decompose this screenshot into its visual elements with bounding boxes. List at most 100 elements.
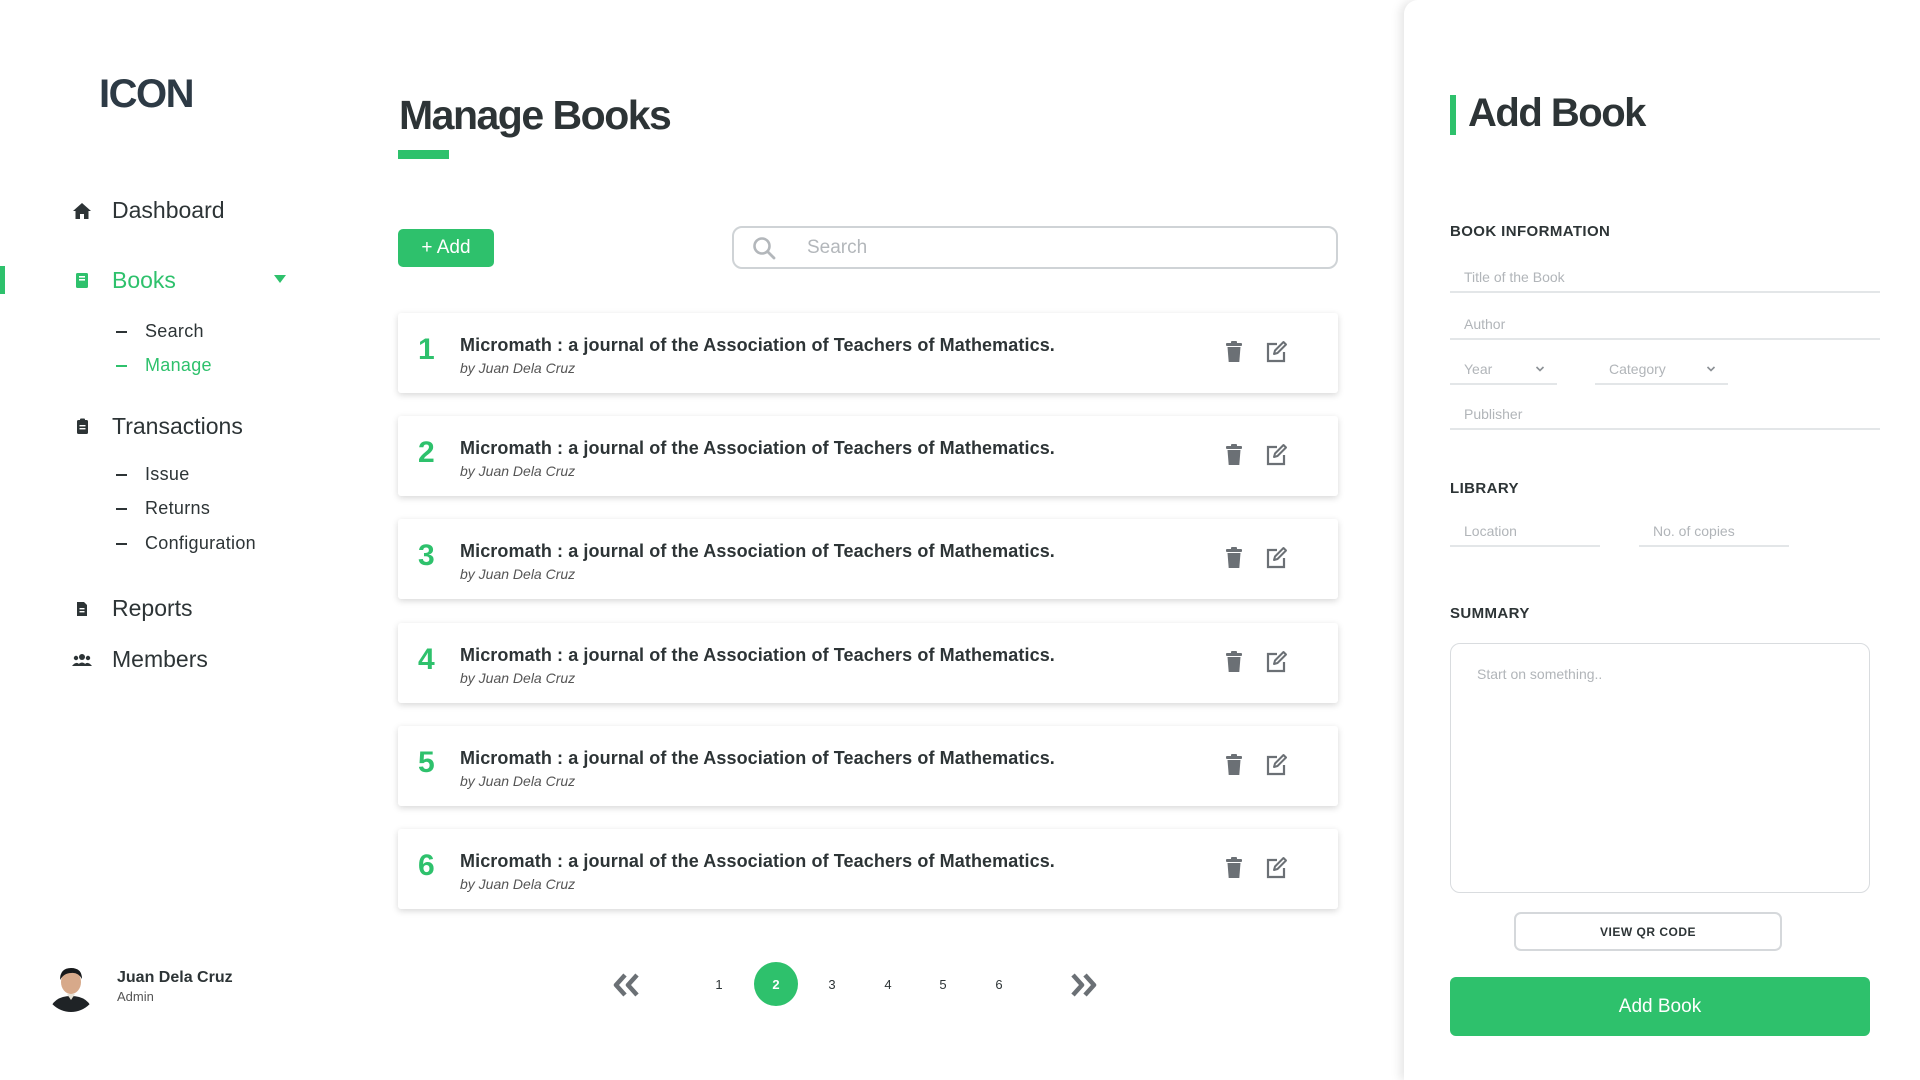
sidebar-item-reports[interactable]: Reports bbox=[70, 595, 193, 622]
users-icon bbox=[70, 648, 94, 672]
user-role: Admin bbox=[117, 988, 154, 1004]
sidebar-subitem-search[interactable]: Search bbox=[116, 321, 204, 342]
trash-icon[interactable] bbox=[1224, 753, 1244, 777]
category-select-label: Category bbox=[1609, 361, 1666, 377]
book-card[interactable]: 6 Micromath : a journal of the Associatio… bbox=[398, 829, 1338, 909]
page-link[interactable]: 1 bbox=[697, 962, 741, 1006]
dash-marker bbox=[116, 330, 127, 333]
edit-icon[interactable] bbox=[1264, 753, 1288, 777]
add-button[interactable]: + Add bbox=[398, 229, 494, 267]
sidebar-item-label: Members bbox=[112, 646, 208, 672]
book-card[interactable]: 1 Micromath : a journal of the Associatio… bbox=[398, 313, 1338, 393]
book-title: Micromath : a journal of the Association… bbox=[460, 335, 1055, 355]
search-bar[interactable] bbox=[732, 226, 1338, 269]
book-number: 3 bbox=[418, 539, 435, 572]
category-select[interactable]: Category bbox=[1595, 355, 1728, 385]
trash-icon[interactable] bbox=[1224, 856, 1244, 880]
sidebar-subitem-label: Manage bbox=[145, 355, 212, 375]
user-profile[interactable]: Juan Dela Cruz Admin bbox=[45, 960, 233, 1012]
book-author: by Juan Dela Cruz bbox=[460, 463, 576, 479]
search-input[interactable] bbox=[807, 236, 1287, 259]
sidebar-subitem-label: Returns bbox=[145, 498, 211, 518]
double-chevron-left-icon[interactable] bbox=[611, 970, 643, 1000]
sidebar-subitem-issue[interactable]: Issue bbox=[116, 464, 190, 485]
edit-icon[interactable] bbox=[1264, 856, 1288, 880]
sidebar-subitem-configuration[interactable]: Configuration bbox=[116, 533, 256, 554]
sidebar-subitem-returns[interactable]: Returns bbox=[116, 498, 210, 519]
edit-icon[interactable] bbox=[1264, 443, 1288, 467]
book-number: 4 bbox=[418, 643, 435, 676]
dash-marker bbox=[116, 364, 127, 367]
clipboard-icon bbox=[70, 415, 94, 439]
dash-marker bbox=[116, 473, 127, 476]
book-number: 5 bbox=[418, 746, 435, 779]
trash-icon[interactable] bbox=[1224, 340, 1244, 364]
book-author: by Juan Dela Cruz bbox=[460, 360, 576, 376]
book-card[interactable]: 3 Micromath : a journal of the Associatio… bbox=[398, 519, 1338, 599]
chevron-down-icon[interactable] bbox=[274, 275, 286, 283]
double-chevron-right-icon[interactable] bbox=[1067, 970, 1099, 1000]
search-icon bbox=[751, 235, 777, 261]
avatar bbox=[45, 960, 97, 1012]
title-field[interactable]: Title of the Book bbox=[1450, 263, 1880, 293]
page-link[interactable]: 5 bbox=[921, 962, 965, 1006]
book-title: Micromath : a journal of the Association… bbox=[460, 438, 1055, 458]
book-number: 6 bbox=[418, 849, 435, 882]
sidebar-subitem-label: Search bbox=[145, 321, 204, 341]
book-title: Micromath : a journal of the Association… bbox=[460, 748, 1055, 768]
book-card[interactable]: 5 Micromath : a journal of the Associatio… bbox=[398, 726, 1338, 806]
sidebar-item-dashboard[interactable]: Dashboard bbox=[70, 197, 225, 224]
book-card[interactable]: 4 Micromath : a journal of the Associatio… bbox=[398, 623, 1338, 703]
chevron-down-icon bbox=[1535, 366, 1545, 372]
trash-icon[interactable] bbox=[1224, 650, 1244, 674]
sidebar-item-members[interactable]: Members bbox=[70, 646, 208, 673]
book-card[interactable]: 2 Micromath : a journal of the Associatio… bbox=[398, 416, 1338, 496]
book-number: 1 bbox=[418, 333, 435, 366]
trash-icon[interactable] bbox=[1224, 443, 1244, 467]
book-title: Micromath : a journal of the Association… bbox=[460, 851, 1055, 871]
section-label-library: LIBRARY bbox=[1450, 480, 1519, 497]
book-author: by Juan Dela Cruz bbox=[460, 566, 576, 582]
app-logo: ICON bbox=[99, 72, 195, 116]
sidebar-subitem-label: Configuration bbox=[145, 533, 256, 553]
home-icon bbox=[70, 199, 94, 223]
book-title: Micromath : a journal of the Association… bbox=[460, 645, 1055, 665]
view-qr-code-button[interactable]: VIEW QR CODE bbox=[1514, 912, 1782, 951]
section-label-summary: SUMMARY bbox=[1450, 605, 1530, 622]
book-author: by Juan Dela Cruz bbox=[460, 670, 576, 686]
edit-icon[interactable] bbox=[1264, 340, 1288, 364]
user-name: Juan Dela Cruz bbox=[117, 968, 233, 986]
chevron-down-icon bbox=[1706, 366, 1716, 372]
dash-marker bbox=[116, 507, 127, 510]
sidebar-item-label: Reports bbox=[112, 595, 193, 621]
trash-icon[interactable] bbox=[1224, 546, 1244, 570]
page-link[interactable]: 6 bbox=[977, 962, 1021, 1006]
year-select-label: Year bbox=[1464, 361, 1493, 377]
sidebar-subitem-manage[interactable]: Manage bbox=[116, 355, 212, 376]
page-link[interactable]: 4 bbox=[866, 962, 910, 1006]
publisher-field[interactable]: Publisher bbox=[1450, 400, 1880, 430]
sidebar-item-label: Books bbox=[112, 267, 176, 293]
summary-textarea[interactable]: Start on something.. bbox=[1450, 643, 1870, 893]
copies-field[interactable]: No. of copies bbox=[1639, 517, 1789, 547]
year-select[interactable]: Year bbox=[1450, 355, 1557, 385]
page-link[interactable]: 3 bbox=[810, 962, 854, 1006]
sidebar-item-books[interactable]: Books bbox=[70, 267, 176, 294]
edit-icon[interactable] bbox=[1264, 546, 1288, 570]
book-title: Micromath : a journal of the Association… bbox=[460, 541, 1055, 561]
dash-marker bbox=[116, 542, 127, 545]
sidebar: ICON Dashboard Books Search Manage Trans… bbox=[0, 0, 340, 1080]
sidebar-item-transactions[interactable]: Transactions bbox=[70, 413, 243, 440]
section-label-book-info: BOOK INFORMATION bbox=[1450, 223, 1611, 240]
panel-title-accent bbox=[1450, 95, 1456, 135]
edit-icon[interactable] bbox=[1264, 650, 1288, 674]
user-info: Juan Dela Cruz Admin bbox=[117, 969, 233, 1004]
author-field[interactable]: Author bbox=[1450, 310, 1880, 340]
add-book-submit-button[interactable]: Add Book bbox=[1450, 977, 1870, 1036]
page-title: Manage Books bbox=[399, 92, 672, 138]
panel-title: Add Book bbox=[1468, 91, 1646, 135]
file-icon bbox=[70, 597, 94, 621]
book-icon bbox=[70, 269, 94, 293]
location-field[interactable]: Location bbox=[1450, 517, 1600, 547]
page-link[interactable]: 2 bbox=[754, 962, 798, 1006]
